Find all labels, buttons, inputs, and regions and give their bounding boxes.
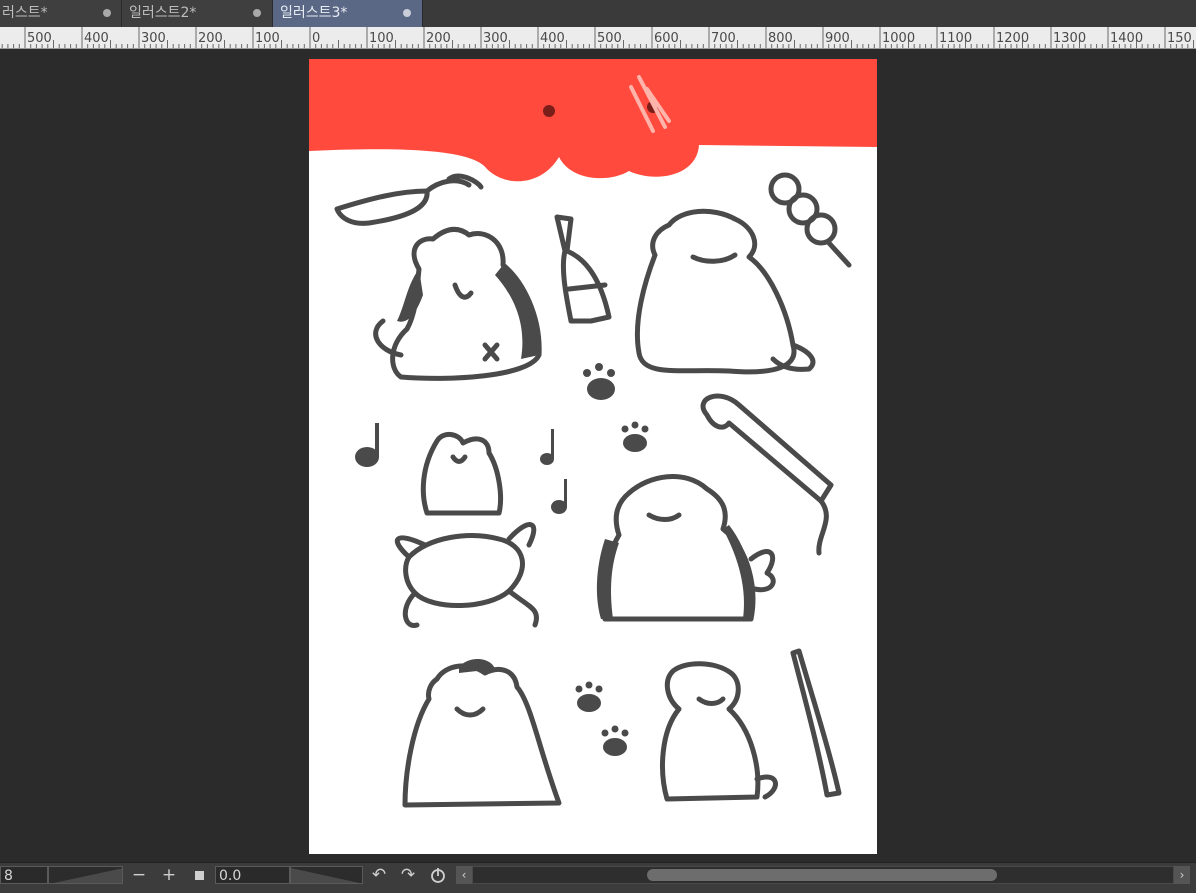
tab-close-dot-icon[interactable]: [103, 9, 111, 17]
ruler-label: 400: [540, 31, 565, 46]
zoom-slider[interactable]: [48, 866, 123, 884]
ruler-label: 200: [426, 31, 451, 46]
ruler-label: 300: [141, 31, 166, 46]
chevron-right-icon: ›: [1179, 868, 1185, 882]
scrollbar-thumb[interactable]: [647, 869, 997, 881]
tab-close-dot-icon[interactable]: [253, 9, 261, 17]
ruler-label: 1000: [882, 31, 915, 46]
ruler-ticks: 500 400 300 200 100 0 100 200 300 400 500 600 700 800…: [1, 27, 1194, 48]
rotation-slider-ramp: [291, 868, 360, 883]
rotate-left-button[interactable]: ↶: [368, 865, 390, 885]
tab-label: 일러스트3*: [280, 5, 348, 21]
tab-label: 일러스트2*: [129, 5, 197, 21]
filled-marks: [355, 265, 755, 756]
ruler-label: 1100: [939, 31, 972, 46]
tab-illust-3[interactable]: 일러스트3*: [273, 0, 423, 27]
scroll-left-button[interactable]: ‹: [456, 866, 472, 884]
ruler-label: 500: [27, 31, 52, 46]
ruler-label: 300: [483, 31, 508, 46]
zoom-value-field[interactable]: 8: [0, 866, 48, 884]
ruler-label: 100: [255, 31, 280, 46]
chevron-left-icon: ‹: [461, 868, 467, 882]
ruler-label: 1300: [1053, 31, 1086, 46]
rotation-slider[interactable]: [290, 866, 363, 884]
ruler-label: 700: [711, 31, 736, 46]
ruler-label: 500: [597, 31, 622, 46]
red-banner: [309, 59, 877, 182]
fit-to-window-button[interactable]: [188, 865, 210, 885]
rotate-left-icon: ↶: [371, 865, 387, 885]
illustration-canvas[interactable]: [309, 59, 877, 854]
ruler-label: 100: [369, 31, 394, 46]
tab-close-dot-icon[interactable]: [403, 9, 411, 17]
rotation-value: 0.0: [219, 868, 242, 884]
cat-doodle: [402, 663, 562, 808]
illustration-artwork: [309, 59, 877, 808]
cat-doodle: [599, 474, 756, 622]
bottle-doodle: [554, 214, 612, 324]
horizontal-scrollbar[interactable]: [472, 866, 1174, 884]
paw-print: [577, 694, 601, 712]
tab-illust-1[interactable]: 러스트*: [0, 0, 122, 27]
minus-icon: −: [131, 865, 147, 885]
paw-print: [623, 434, 647, 452]
cat-doodle: [634, 208, 797, 375]
cat-doodle: [420, 432, 504, 516]
canvas-workspace[interactable]: [0, 49, 1196, 862]
knife-doodle: [334, 188, 430, 226]
tab-illust-2[interactable]: 일러스트2*: [122, 0, 273, 27]
canvas-navigation-bar: 8 − + 0.0 ↶ ↷ ‹ ›: [0, 862, 1196, 893]
ruler-label: 0: [312, 31, 320, 46]
pipe-doodle: [700, 393, 834, 504]
paw-print: [603, 738, 627, 756]
zoom-out-button[interactable]: −: [128, 865, 150, 885]
rotate-right-icon: ↷: [400, 865, 416, 885]
zoom-value: 8: [4, 868, 13, 884]
cat-doodle: [660, 661, 761, 802]
ruler-label: 1200: [996, 31, 1029, 46]
rotate-right-button[interactable]: ↷: [397, 865, 419, 885]
ruler-label: 400: [84, 31, 109, 46]
ruler-label: 600: [654, 31, 679, 46]
rotation-value-field[interactable]: 0.0: [215, 866, 290, 884]
square-icon: [194, 871, 204, 880]
banner-dot: [543, 105, 555, 117]
ruler-label: 900: [825, 31, 850, 46]
reset-rotation-icon: [431, 868, 445, 883]
tab-label: 러스트*: [2, 5, 48, 21]
ruler-label: 800: [768, 31, 793, 46]
zoom-in-button[interactable]: +: [158, 865, 180, 885]
document-tab-bar: 러스트* 일러스트2* 일러스트3*: [0, 0, 1196, 27]
ruler-label: 200: [198, 31, 223, 46]
zoom-slider-ramp: [53, 868, 122, 883]
ruler-label: 150: [1167, 31, 1192, 46]
reset-rotation-button[interactable]: [427, 865, 449, 885]
paw-print: [587, 378, 615, 400]
plus-icon: +: [161, 865, 177, 885]
horizontal-ruler: 500 400 300 200 100 0 100 200 300 400 500 600 700 800…: [0, 27, 1196, 49]
stick-doodle: [790, 648, 842, 798]
scroll-right-button[interactable]: ›: [1174, 866, 1190, 884]
ruler-label: 1400: [1110, 31, 1143, 46]
